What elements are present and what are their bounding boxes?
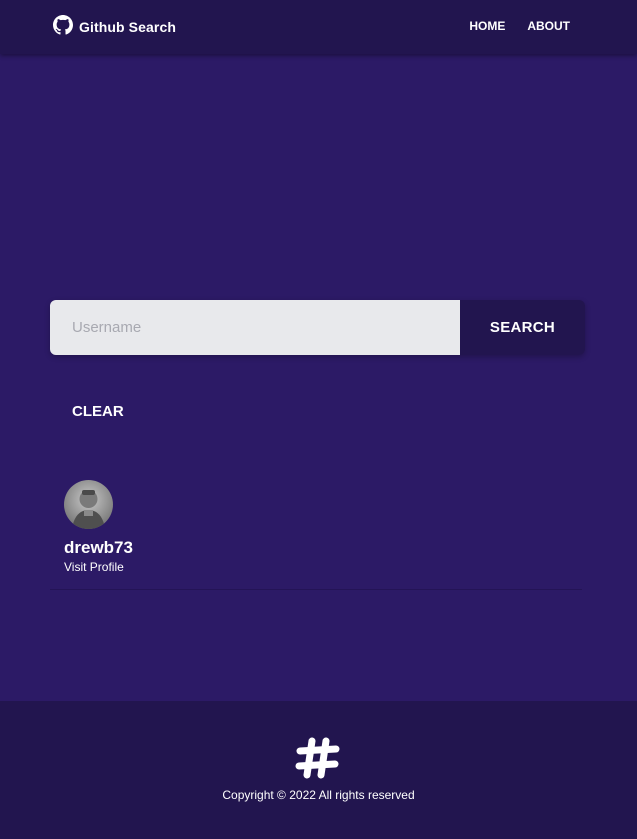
- result-username: drewb73: [64, 538, 133, 557]
- search-button[interactable]: SEARCH: [460, 300, 585, 355]
- nav-home-link[interactable]: HOME: [469, 19, 505, 33]
- username-search-input[interactable]: [50, 300, 460, 355]
- user-result-card: drewb73 Visit Profile: [50, 468, 582, 590]
- nav-links: HOME ABOUT: [469, 19, 570, 33]
- brand-link[interactable]: Github Search: [53, 14, 176, 40]
- footer: Copyright © 2022 All rights reserved: [0, 701, 637, 839]
- avatar: [64, 480, 113, 529]
- clear-button[interactable]: CLEAR: [72, 403, 124, 420]
- copyright-text: Copyright © 2022 All rights reserved: [222, 788, 415, 802]
- nav-about-link[interactable]: ABOUT: [527, 19, 570, 33]
- navbar: Github Search HOME ABOUT: [0, 0, 637, 54]
- avatar-photo: [72, 490, 105, 529]
- search-form: SEARCH: [50, 300, 585, 355]
- hash-icon: [295, 736, 341, 785]
- brand-title: Github Search: [79, 19, 176, 35]
- visit-profile-link[interactable]: Visit Profile: [64, 560, 124, 574]
- github-icon: [53, 14, 73, 40]
